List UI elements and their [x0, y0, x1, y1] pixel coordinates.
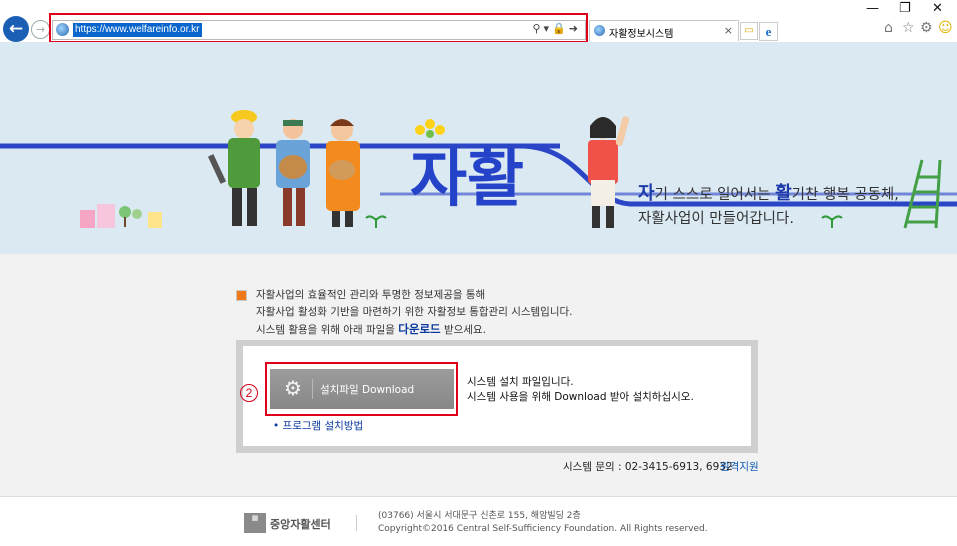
foundation-logo-icon: ▦: [244, 513, 266, 533]
footer-copyright: Copyright©2016 Central Self-Sufficiency …: [378, 524, 708, 534]
home-icon[interactable]: ⌂: [884, 20, 893, 36]
ie-logo-icon[interactable]: e: [759, 22, 778, 41]
tab-favicon-icon: [594, 25, 605, 36]
annotation-marker-2: 2: [240, 384, 258, 402]
close-window-icon[interactable]: ✕: [932, 1, 943, 16]
tagline-highlight-1: 자: [638, 183, 655, 204]
tab-title: 자활정보시스템: [609, 29, 674, 40]
tagline-part-1: 기 스스로 일어서는: [654, 187, 776, 203]
orange-bullet-icon: [236, 290, 247, 301]
footer: ▦ 중앙자활센터 (03766) 서울시 서대문구 신촌로 155, 해암빌딩 …: [0, 496, 957, 546]
settings-gear-icon[interactable]: ⚙: [920, 20, 933, 36]
footer-info: (03766) 서울시 서대문구 신촌로 155, 해암빌딩 2층 Copyri…: [378, 510, 708, 536]
intro-line-2: 자활사업 활성화 기반을 마련하기 위한 자활정보 통합관리 시스템입니다.: [256, 306, 573, 318]
highlight-address-bar: [49, 13, 588, 43]
install-guide-link[interactable]: • 프로그램 설치방법: [273, 418, 363, 433]
banner-tagline: 자기 스스로 일어서는 활기찬 행복 공동체, 자활사업이 만들어갑니다.: [638, 182, 899, 231]
footer-org-name: 중앙자활센터: [270, 518, 331, 531]
new-tab-icon[interactable]: ▭: [740, 22, 758, 40]
restore-icon[interactable]: ❐: [899, 1, 911, 16]
tagline-line-2: 자활사업이 만들어갑니다.: [638, 211, 794, 227]
intro-line-1: 자활사업의 효율적인 관리와 투명한 정보제공을 통해: [256, 289, 486, 301]
minimize-icon[interactable]: —: [866, 1, 879, 16]
forward-arrow-icon[interactable]: →: [31, 20, 50, 39]
download-desc-line-1: 시스템 설치 파일입니다.: [467, 376, 574, 388]
intro-line-3: 시스템 활용을 위해 아래 파일을 다운로드 받으세요.: [256, 321, 573, 339]
intro-text: 자활사업의 효율적인 관리와 투명한 정보제공을 통해 자활사업 활성화 기반을…: [236, 287, 573, 339]
download-desc-line-2: 시스템 사용을 위해 Download 받아 설치하십시오.: [467, 391, 694, 403]
footer-divider: [356, 515, 357, 531]
tagline-highlight-2: 활: [775, 183, 792, 204]
banner-logo-text: 자활: [410, 142, 524, 215]
browser-tab[interactable]: 자활정보시스템 ×: [589, 20, 739, 41]
intro-download-bold: 다운로드: [398, 322, 441, 336]
download-description: 시스템 설치 파일입니다. 시스템 사용을 위해 Download 받아 설치하…: [467, 375, 694, 405]
smiley-feedback-icon[interactable]: ☺: [938, 20, 953, 36]
favorites-star-icon[interactable]: ☆: [902, 20, 915, 36]
intro-line-3-post: 받으세요.: [440, 324, 486, 336]
intro-line-3-pre: 시스템 활용을 위해 아래 파일을: [256, 324, 399, 336]
remote-support-link[interactable]: 원격지원: [720, 459, 759, 474]
highlight-download-button: [265, 362, 458, 416]
footer-address: (03766) 서울시 서대문구 신촌로 155, 해암빌딩 2층: [378, 511, 581, 521]
back-arrow-icon[interactable]: ←: [3, 16, 29, 42]
contact-info: 시스템 문의 : 02-3415-6913, 6932: [563, 461, 733, 473]
tagline-part-2: 기찬 행복 공동체,: [791, 187, 899, 203]
tab-close-icon[interactable]: ×: [724, 24, 733, 37]
hero-banner: 자활 자기 스스로 일어서는 활기찬 행복 공동체, 자활사업이 만들어갑니다.: [0, 42, 957, 254]
